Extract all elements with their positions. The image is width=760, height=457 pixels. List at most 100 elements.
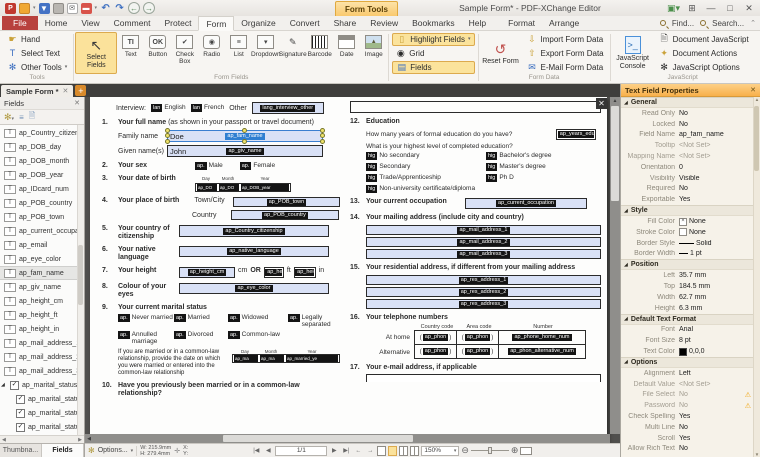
property-row-left[interactable]: Left 35.7 mm [621, 270, 753, 281]
export-form-data-button[interactable]: ⇧ Export Form Data [524, 47, 607, 60]
field-list-item[interactable]: Tap_mail_address_3 [0, 364, 84, 378]
phone-country-code-field[interactable]: (ap_phon) [415, 331, 457, 344]
phone-area-code-field[interactable]: (ap_phon) [457, 331, 499, 344]
field-list-item[interactable]: ✓ ap_marital_status [0, 406, 84, 420]
open-icon[interactable] [19, 2, 30, 14]
field-list-item[interactable]: Tap_email [0, 238, 84, 252]
partial-field-box[interactable] [350, 101, 601, 113]
tab-fields[interactable]: Fields [42, 444, 84, 457]
menu-file[interactable]: File [2, 16, 38, 30]
javascript-options-button[interactable]: ✻ JavaScript Options [656, 61, 752, 74]
export-fields-icon[interactable]: 🗎 [29, 110, 35, 124]
menu-bookmarks[interactable]: Bookmarks [405, 16, 462, 30]
email-form-data-button[interactable]: ✉ E-Mail Form Data [524, 61, 607, 74]
email-icon[interactable]: ✉ [66, 2, 78, 14]
menu-organize[interactable]: Organize [234, 16, 283, 30]
sex-female-checkbox[interactable]: ap. Female [239, 162, 275, 170]
property-row-multi-line[interactable]: Multi Line No [621, 422, 753, 433]
document-javascript-button[interactable]: 🗎 Document JavaScript [656, 33, 752, 46]
menu-share[interactable]: Share [327, 16, 364, 30]
residential-address-field[interactable]: ap_res_address_3 [366, 299, 601, 309]
field-list-item[interactable]: ✓ ap_marital_status [0, 392, 84, 406]
height-in-field[interactable]: ap_heig [293, 267, 316, 278]
form-tools-context-tab[interactable]: Form Tools [335, 1, 398, 16]
signature-tool-button[interactable]: ✎ Signature [279, 32, 307, 74]
given-name-field[interactable]: John ap_giv_name [167, 145, 323, 157]
menu-convert[interactable]: Convert [283, 16, 327, 30]
history-back-icon[interactable]: ← [353, 448, 363, 454]
maximize-icon[interactable]: □ [724, 3, 736, 13]
phone-number-field[interactable]: ap_phon_alternative_num [499, 345, 585, 358]
zoom-in-icon[interactable]: ⊕ [511, 445, 519, 456]
property-row-required[interactable]: Required No [621, 184, 753, 195]
property-row-height[interactable]: Height 6.3 mm [621, 303, 753, 314]
property-row-fill-color[interactable]: Fill Color × None [621, 216, 753, 227]
menu-view[interactable]: View [74, 16, 106, 30]
zoom-out-icon[interactable]: ⊖ [461, 445, 469, 456]
menu-home[interactable]: Home [38, 16, 75, 30]
field-list-item[interactable]: Tap_current_occupa [0, 224, 84, 238]
field-list-item[interactable]: Tap_DOB_day [0, 140, 84, 154]
reset-form-button[interactable]: ↺ Reset Form [480, 32, 522, 74]
occupation-field[interactable]: ap_current_occupation [465, 198, 587, 209]
select-fields-button[interactable]: ↖ Select Fields [75, 32, 118, 74]
next-page-icon[interactable]: ▶ [329, 447, 339, 454]
collapse-ribbon-icon[interactable]: ⌃ [750, 19, 756, 27]
pob-country-field[interactable]: ap_POB_country [231, 210, 339, 220]
button-tool-button[interactable]: OK Button [144, 32, 171, 74]
history-forward-icon[interactable]: → [365, 448, 375, 454]
family-name-field[interactable]: Doe ap_fam_name [165, 128, 325, 144]
height-ft-field[interactable]: ap_he [263, 267, 284, 278]
hand-tool-button[interactable]: ☛ Hand [4, 33, 70, 46]
document-tab[interactable]: Sample Form * ✕ [1, 85, 74, 97]
property-row-font-size[interactable]: Font Size 8 pt [621, 335, 753, 346]
other-tools-button[interactable]: ✻ Other Tools ▾ [4, 61, 70, 74]
property-row-top[interactable]: Top 184.5 mm [621, 281, 753, 292]
properties-section-general[interactable]: ◢ General [621, 97, 753, 108]
properties-section-style[interactable]: ◢ Style [621, 205, 753, 217]
options-gear-icon[interactable]: ✻ [88, 446, 95, 455]
chevron-down-icon[interactable]: ▾ [131, 448, 134, 454]
fields-hscrollbar[interactable]: ◀ ▶ [0, 435, 84, 443]
fit-page-icon[interactable] [520, 446, 533, 455]
marital-option-checkbox[interactable]: ap. Married [174, 314, 228, 328]
grid-toggle[interactable]: ◉ Grid [392, 47, 474, 60]
properties-section-position[interactable]: ◢ Position [621, 259, 753, 271]
select-text-button[interactable]: T Select Text [4, 47, 70, 60]
last-page-icon[interactable]: ▶| [341, 447, 351, 454]
field-list-item[interactable]: Tap_height_cm [0, 294, 84, 308]
field-list-item[interactable]: Tap_mail_address_2 [0, 350, 84, 364]
property-row-field-name[interactable]: Field Name ap_fam_name [621, 130, 753, 141]
property-row-file-select[interactable]: File Select No ⚠ [621, 390, 753, 401]
marital-option-checkbox[interactable]: ap. Never married [118, 314, 174, 328]
property-row-tooltip[interactable]: Tooltip <Not Set> [621, 140, 753, 151]
check-box-tool-button[interactable]: ✔ Check Box [171, 32, 198, 74]
property-row-exportable[interactable]: Exportable Yes [621, 194, 753, 205]
barcode-tool-button[interactable]: Barcode [306, 32, 333, 74]
education-option-checkbox[interactable]: hig Trade/Apprenticeship [366, 174, 482, 182]
properties-section-options[interactable]: ◢ Options [621, 356, 753, 368]
highlight-fields-toggle[interactable]: ▯ Highlight Fields ▾ [392, 32, 475, 46]
menu-help[interactable]: Help [462, 16, 493, 30]
interview-french-checkbox[interactable]: lan French [190, 104, 224, 112]
residential-address-field[interactable]: ap_res_address_1 [366, 275, 601, 285]
mailing-address-field[interactable]: ap_mail_address_2 [366, 237, 601, 247]
print-icon[interactable] [52, 2, 64, 14]
property-row-password[interactable]: Password No ⚠ [621, 400, 753, 411]
menu-review[interactable]: Review [363, 16, 405, 30]
marriage-date-field[interactable]: Day Month Year ap_ma ap_ma ap_married_ye [232, 349, 340, 377]
customize-icon[interactable]: ▣▾ [667, 3, 680, 14]
minimize-icon[interactable]: — [705, 3, 717, 13]
grid-layout-icon[interactable] [410, 445, 420, 456]
property-row-border-style[interactable]: Border Style Solid [621, 238, 753, 249]
document-area[interactable]: ✕ ▲ ◀ Interview: lan English lan French Ot… [85, 97, 620, 443]
phone-number-field[interactable]: ap_phone_home_num [499, 331, 585, 344]
image-tool-button[interactable]: ▲ Image [360, 32, 387, 74]
property-row-allow-rich-text[interactable]: Allow Rich Text No [621, 444, 753, 455]
list-tool-button[interactable]: ≡ List [225, 32, 252, 74]
education-option-checkbox[interactable]: hig Master's degree [486, 163, 552, 171]
save-icon[interactable]: ▼ [38, 2, 50, 14]
dob-date-field[interactable]: Day Month Year ap_DO ap_DO ap_DOB_year [195, 175, 291, 192]
menu-arrange[interactable]: Arrange [542, 16, 586, 30]
height-cm-field[interactable]: ap_height_cm [179, 267, 235, 278]
